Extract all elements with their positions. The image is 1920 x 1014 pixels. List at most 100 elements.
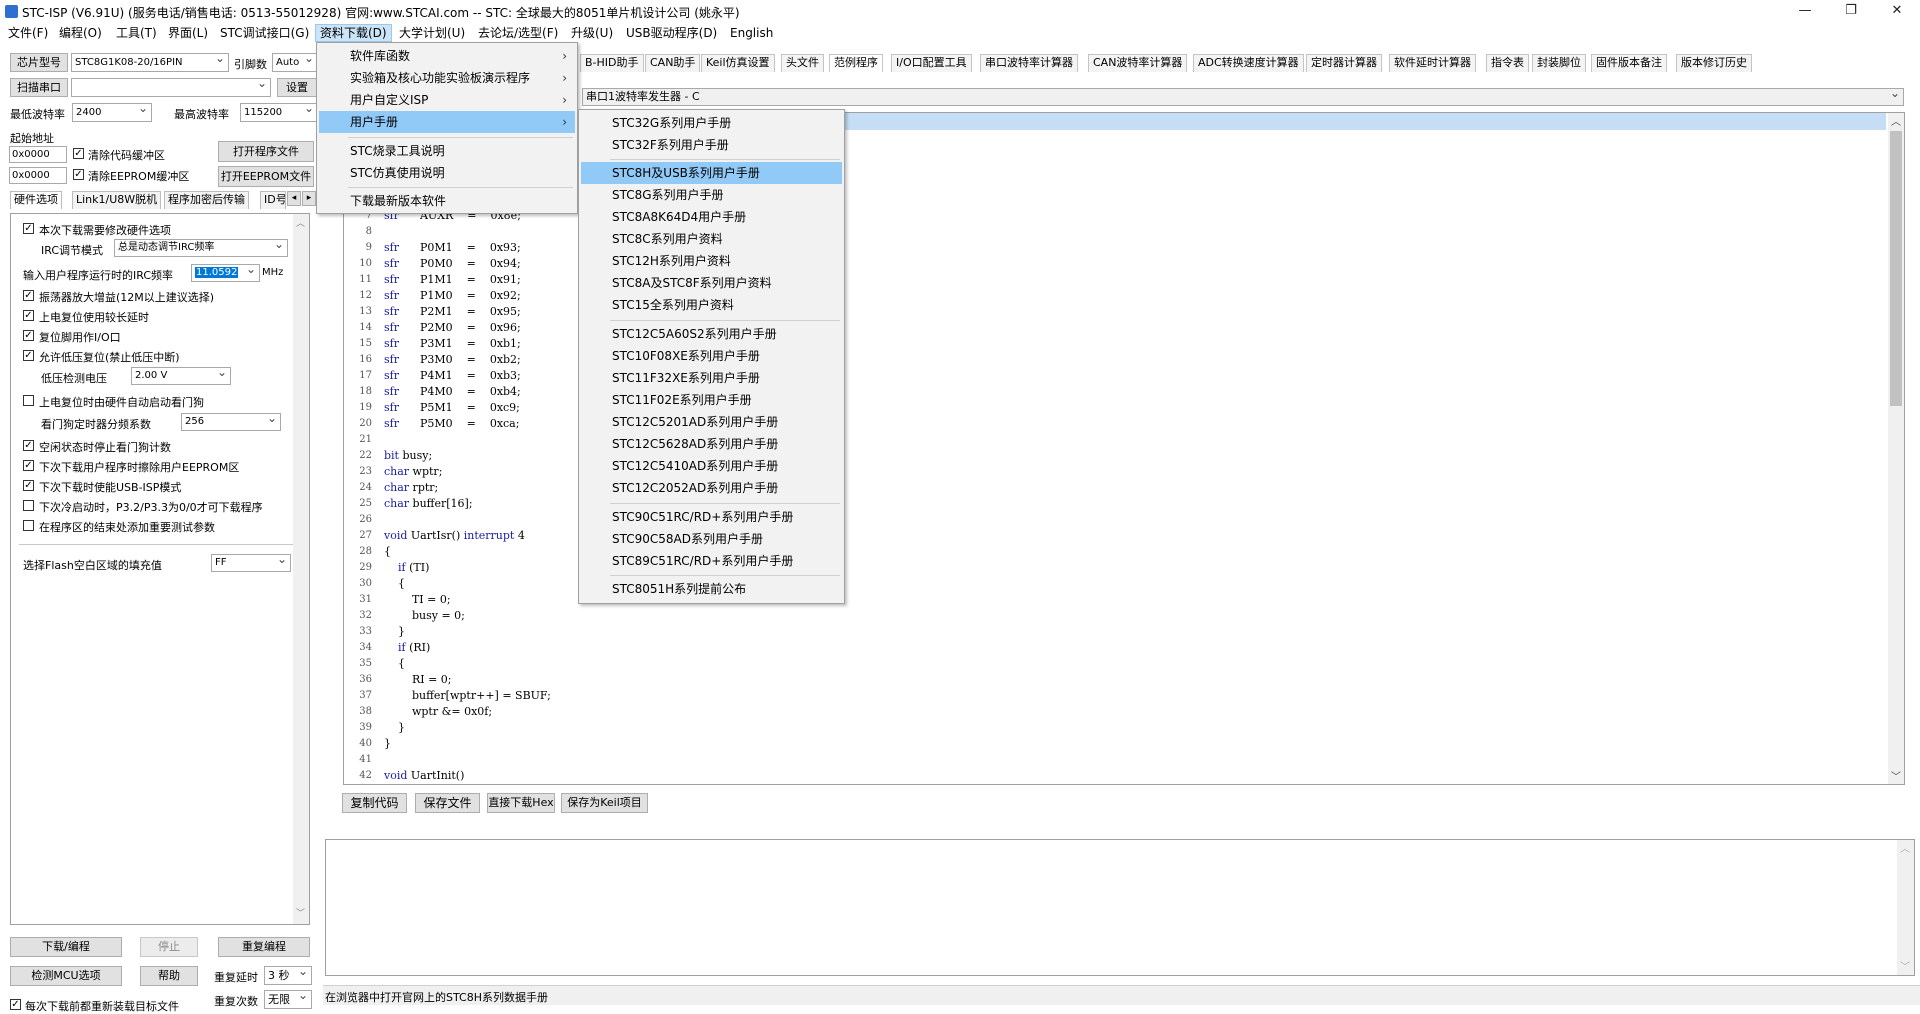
flash-fill-select[interactable]: FF — [211, 554, 291, 572]
manual-stc10f08xe[interactable]: STC10F08XE系列用户手册 — [581, 345, 842, 367]
manual-stc12c2052ad[interactable]: STC12C2052AD系列用户手册 — [581, 477, 842, 499]
close-button[interactable]: ✕ — [1874, 0, 1920, 24]
tab-hardware-options[interactable]: 硬件选项 — [10, 191, 62, 209]
menu-item-library-functions[interactable]: 软件库函数 › — [319, 45, 575, 67]
repeat-delay-select[interactable]: 3 秒 — [264, 966, 312, 985]
long-reset-checkbox[interactable]: ✓ — [23, 310, 34, 321]
usb-isp-checkbox[interactable]: ✓ — [23, 480, 34, 491]
irc-freq-select[interactable]: 11.0592 — [191, 264, 260, 282]
min-baud-select[interactable]: 2400 — [72, 103, 152, 122]
menu-upgrade[interactable]: 升级(U) — [567, 24, 617, 42]
menu-usb-driver[interactable]: USB驱动程序(D) — [622, 24, 721, 42]
manual-stc89c51rc[interactable]: STC89C51RC/RD+系列用户手册 — [581, 550, 842, 572]
reload-file-checkbox[interactable]: ✓ — [10, 999, 21, 1010]
osc-gain-checkbox[interactable]: ✓ — [23, 290, 34, 301]
manual-stc32f[interactable]: STC32F系列用户手册 — [581, 134, 842, 156]
scroll-up-icon[interactable]: ︿ — [1900, 840, 1910, 855]
manual-stc8a-stc8f[interactable]: STC8A及STC8F系列用户资料 — [581, 272, 842, 294]
wdt-idle-checkbox[interactable]: ✓ — [23, 440, 34, 451]
menu-university[interactable]: 大学计划(U) — [395, 24, 469, 42]
manual-stc11f02e[interactable]: STC11F02E系列用户手册 — [581, 389, 842, 411]
scan-port-button[interactable]: 扫描串口 — [10, 78, 68, 97]
tab-link1-offline[interactable]: Link1/U8W脱机 — [72, 191, 162, 209]
scroll-thumb[interactable] — [1890, 131, 1902, 406]
download-program-button[interactable]: 下载/编程 — [10, 937, 122, 957]
manual-stc8051h[interactable]: STC8051H系列提前公布 — [581, 578, 842, 600]
menu-debug-interface[interactable]: STC调试接口(G) — [216, 24, 313, 42]
tab-can-helper[interactable]: CAN助手 — [645, 54, 701, 72]
menu-item-burning-tool[interactable]: STC烧录工具说明 — [319, 140, 575, 162]
menu-program[interactable]: 编程(O) — [55, 24, 106, 42]
modify-hw-checkbox[interactable]: ✓ — [23, 223, 34, 234]
manual-stc8c[interactable]: STC8C系列用户资料 — [581, 228, 842, 250]
check-mcu-button[interactable]: 检测MCU选项 — [10, 966, 122, 986]
eeprom-start-address-input[interactable]: 0x0000 — [9, 167, 67, 184]
menu-item-custom-isp[interactable]: 用户自定义ISP › — [319, 89, 575, 111]
scroll-down-icon[interactable]: ﹀ — [1900, 958, 1910, 973]
code-start-address-input[interactable]: 0x0000 — [9, 146, 67, 163]
scroll-down-icon[interactable]: ﹀ — [1891, 768, 1901, 783]
menu-item-user-manuals[interactable]: 用户手册 › — [319, 111, 575, 133]
menu-english[interactable]: English — [726, 24, 777, 42]
direct-download-hex-button[interactable]: 直接下载Hex — [487, 793, 555, 813]
manual-stc8h-usb[interactable]: STC8H及USB系列用户手册 — [581, 162, 842, 184]
chip-model-select[interactable]: STC8G1K08-20/16PIN — [71, 53, 229, 72]
tab-header-file[interactable]: 头文件 — [781, 54, 824, 72]
menu-interface[interactable]: 界面(L) — [164, 24, 212, 42]
open-eeprom-file-button[interactable]: 打开EEPROM文件 — [218, 166, 314, 187]
tab-package-pins[interactable]: 封装脚位 — [1532, 54, 1586, 72]
wdt-hw-checkbox[interactable] — [23, 395, 34, 406]
add-params-checkbox[interactable] — [23, 520, 34, 531]
reset-io-checkbox[interactable]: ✓ — [23, 330, 34, 341]
erase-eeprom-checkbox[interactable]: ✓ — [23, 460, 34, 471]
repeat-program-button[interactable]: 重复编程 — [218, 937, 310, 957]
code-scrollbar[interactable]: ︿ ﹀ — [1888, 113, 1904, 784]
settings-button[interactable]: 设置 — [277, 78, 317, 97]
wdt-div-select[interactable]: 256 — [181, 413, 281, 431]
manual-stc12h[interactable]: STC12H系列用户资料 — [581, 250, 842, 272]
scroll-up-icon[interactable]: ︿ — [1891, 113, 1901, 128]
repeat-count-select[interactable]: 无限 — [264, 990, 312, 1009]
save-keil-project-button[interactable]: 保存为Keil项目 — [561, 793, 648, 813]
menu-item-demo-programs[interactable]: 实验箱及核心功能实验板演示程序 › — [319, 67, 575, 89]
tab-uart-baud[interactable]: 串口波特率计算器 — [980, 54, 1078, 72]
log-scrollbar[interactable]: ︿ ﹀ — [1897, 840, 1914, 975]
help-button[interactable]: 帮助 — [140, 966, 198, 986]
manual-stc90c51rc[interactable]: STC90C51RC/RD+系列用户手册 — [581, 506, 842, 528]
copy-code-button[interactable]: 复制代码 — [342, 793, 407, 813]
tab-examples[interactable]: 范例程序 — [829, 54, 883, 72]
open-program-file-button[interactable]: 打开程序文件 — [218, 141, 314, 162]
manual-stc11f32xe[interactable]: STC11F32XE系列用户手册 — [581, 367, 842, 389]
low-voltage-reset-checkbox[interactable]: ✓ — [23, 350, 34, 361]
minimize-button[interactable]: — — [1782, 0, 1828, 24]
manual-stc15[interactable]: STC15全系列用户资料 — [581, 294, 842, 316]
chip-model-button[interactable]: 芯片型号 — [10, 53, 68, 72]
menu-item-download-latest[interactable]: 下载最新版本软件 — [319, 190, 575, 212]
menu-downloads[interactable]: 资料下载(D) — [315, 24, 392, 42]
tab-delay-calc[interactable]: 软件延时计算器 — [1389, 54, 1476, 72]
lvd-select[interactable]: 2.00 V — [131, 367, 231, 385]
example-select[interactable]: 串口1波特率发生器 - C — [582, 88, 1904, 106]
tab-id-number[interactable]: ID号 — [260, 191, 286, 209]
manual-stc12c5628ad[interactable]: STC12C5628AD系列用户手册 — [581, 433, 842, 455]
tab-version-history[interactable]: 版本修订历史 — [1676, 54, 1752, 72]
restore-button[interactable]: ❐ — [1828, 0, 1874, 24]
port-select[interactable] — [71, 78, 271, 97]
hw-scrollbar[interactable]: ︿ ﹀ — [293, 214, 309, 924]
scroll-up-icon[interactable]: ︿ — [296, 216, 305, 229]
menu-forum[interactable]: 去论坛/选型(F) — [474, 24, 562, 42]
tab-can-baud[interactable]: CAN波特率计算器 — [1088, 54, 1188, 72]
tab-timer-calc[interactable]: 定时器计算器 — [1306, 54, 1382, 72]
tab-hid-helper[interactable]: B-HID助手 — [580, 54, 644, 72]
tab-encrypted-transfer[interactable]: 程序加密后传输 — [164, 191, 249, 209]
tab-adc-speed[interactable]: ADC转换速度计算器 — [1193, 54, 1304, 72]
tab-io-config[interactable]: I/O口配置工具 — [891, 54, 972, 72]
cold-boot-checkbox[interactable] — [23, 500, 34, 511]
stop-button[interactable]: 停止 — [140, 937, 198, 957]
pin-count-select[interactable]: Auto — [272, 53, 318, 72]
menu-tools[interactable]: 工具(T) — [112, 24, 161, 42]
clear-eeprom-buffer-checkbox[interactable]: ✓ — [73, 169, 84, 180]
tab-keil-sim[interactable]: Keil仿真设置 — [701, 54, 775, 72]
tab-scroll-left-icon[interactable]: ◂ — [287, 191, 301, 206]
tab-scroll-right-icon[interactable]: ▸ — [302, 191, 316, 206]
